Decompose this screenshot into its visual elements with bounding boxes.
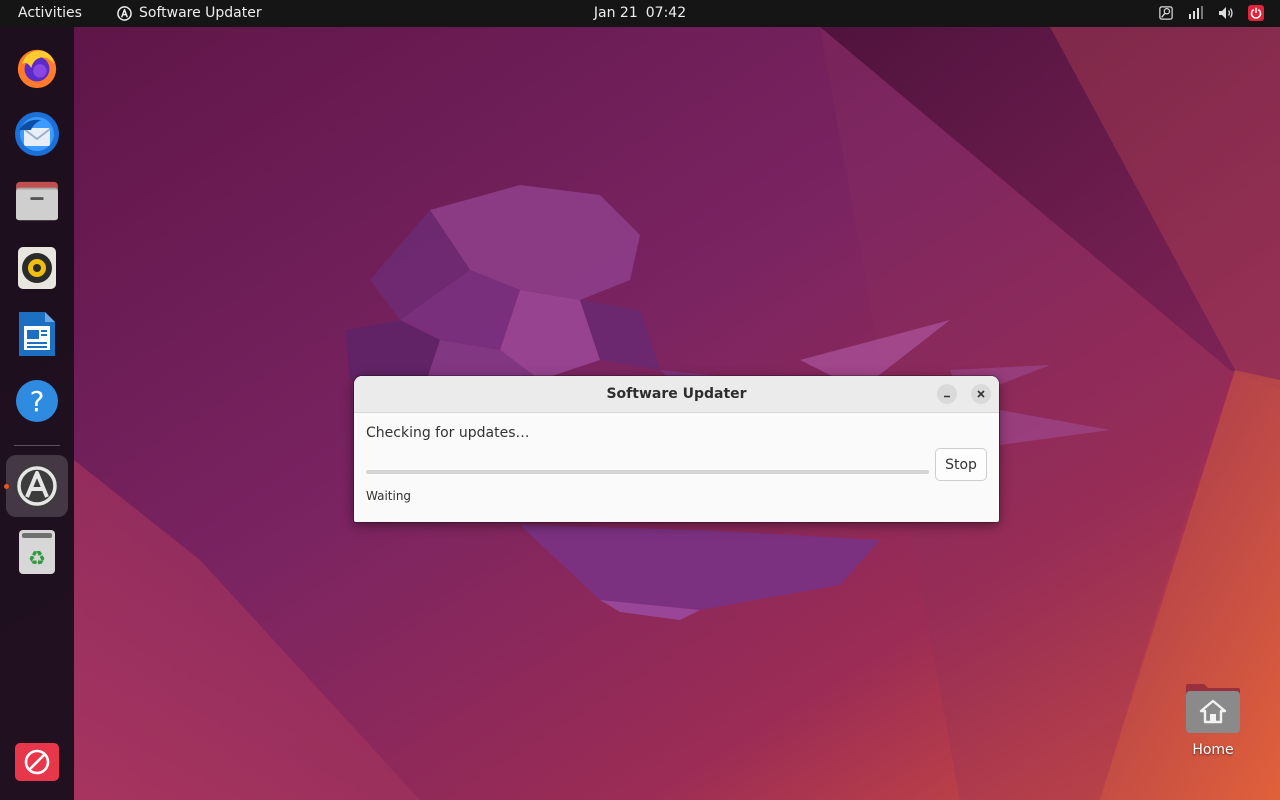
dock-item-help[interactable]: ?: [6, 370, 68, 432]
dock-item-software-updater[interactable]: [4, 455, 68, 517]
svg-text:?: ?: [30, 385, 45, 418]
clock[interactable]: Jan 21 07:42: [0, 5, 1280, 21]
dock-item-trash[interactable]: ♻: [6, 521, 68, 583]
rhythmbox-icon: [18, 247, 56, 289]
help-icon: ?: [16, 380, 58, 422]
running-indicator: [4, 484, 9, 489]
close-button[interactable]: [971, 384, 991, 404]
home-folder-label: Home: [1192, 742, 1234, 758]
dock-separator: [14, 445, 60, 446]
network-wired-icon[interactable]: [1188, 5, 1204, 21]
progress-bar: [366, 470, 929, 474]
software-updater-icon: [15, 464, 59, 508]
dock-item-firefox[interactable]: [6, 37, 68, 99]
libreoffice-writer-icon: [19, 312, 55, 356]
dock-item-rhythmbox[interactable]: [6, 237, 68, 299]
status-text: Checking for updates…: [366, 425, 530, 441]
dialog-titlebar[interactable]: Software Updater: [354, 376, 999, 413]
home-folder-icon: [1186, 684, 1240, 733]
thunderbird-icon: [15, 112, 59, 156]
power-icon[interactable]: [1248, 5, 1264, 21]
system-tray[interactable]: [1158, 5, 1264, 21]
accessibility-icon[interactable]: [1158, 5, 1174, 21]
close-icon: [977, 390, 985, 398]
clock-date: Jan 21: [593, 5, 638, 21]
dock-item-thunderbird[interactable]: [6, 103, 68, 165]
minimize-icon: [944, 395, 950, 398]
software-updater-dialog: Software Updater Checking for updates… S…: [354, 376, 999, 522]
svg-text:♻: ♻: [28, 546, 46, 570]
firefox-icon: [17, 49, 57, 89]
desktop-home-folder[interactable]: Home: [1178, 682, 1248, 758]
sub-status-text: Waiting: [366, 489, 412, 503]
dock-item-ubuntu-software[interactable]: [6, 731, 68, 793]
stop-button[interactable]: Stop: [935, 448, 987, 481]
no-entry-icon: [15, 743, 59, 781]
dock-item-files[interactable]: [6, 170, 68, 232]
minimize-button[interactable]: [937, 384, 957, 404]
files-icon: [16, 181, 58, 221]
trash-icon: ♻: [19, 530, 55, 574]
dock: ? ♻: [0, 27, 74, 800]
dock-item-libreoffice-writer[interactable]: [6, 303, 68, 365]
volume-icon[interactable]: [1218, 5, 1234, 21]
top-bar: Activities Software Updater Jan 21 07:42: [0, 0, 1280, 27]
clock-time: 07:42: [645, 5, 687, 21]
dialog-title: Software Updater: [606, 386, 747, 402]
